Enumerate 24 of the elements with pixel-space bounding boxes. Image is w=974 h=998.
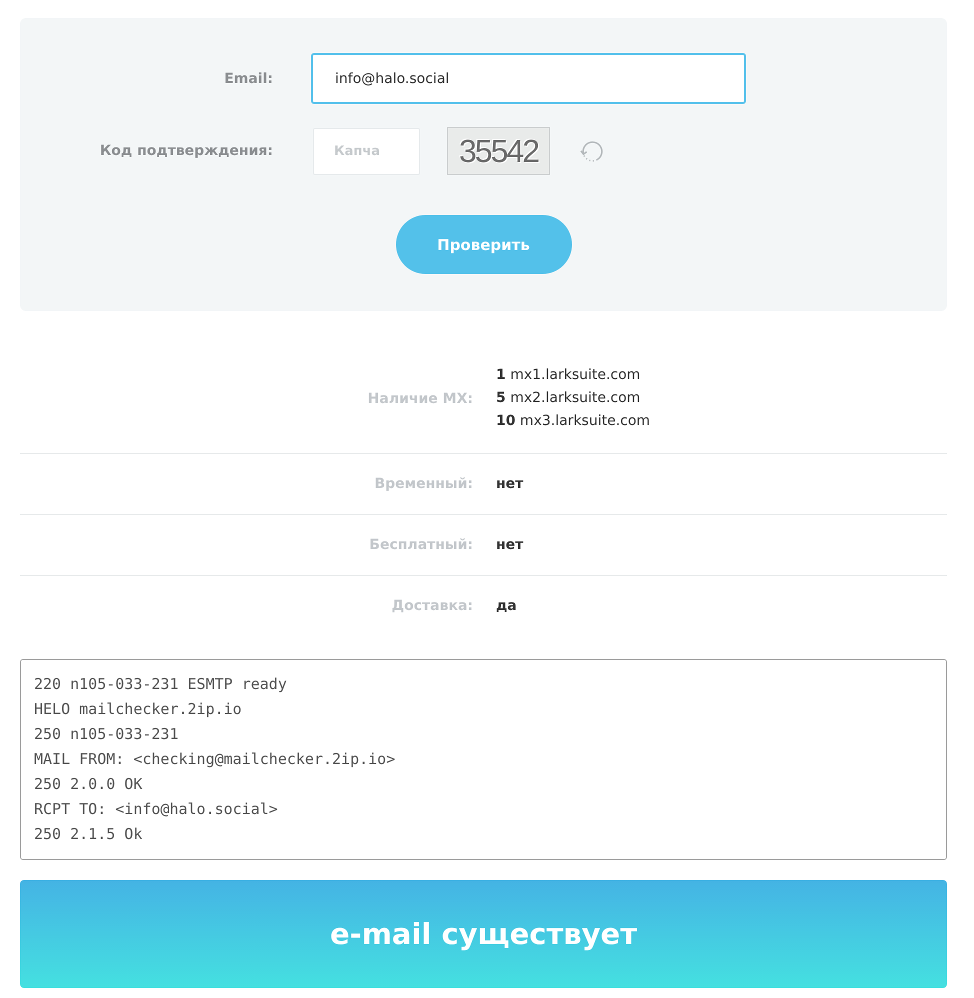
result-value: да <box>496 598 517 614</box>
log-line: 250 2.0.0 OK <box>34 774 142 795</box>
log-line: MAIL FROM: <checking@mailchecker.2ip.io> <box>34 749 396 770</box>
result-label: Временный: <box>374 476 473 492</box>
refresh-icon[interactable] <box>580 138 605 164</box>
result-value: нет <box>496 476 524 492</box>
result-value: нет <box>496 537 524 553</box>
log-line: 220 n105-033-231 ESMTP ready <box>34 674 287 695</box>
result-label: Наличие MX: <box>368 390 473 406</box>
log-line: HELO mailchecker.2ip.io <box>34 699 242 720</box>
result-label: Бесплатный: <box>369 537 473 553</box>
mx-record: 5 mx2.larksuite.com <box>496 389 640 408</box>
captcha-label: Код подтверждения: <box>100 143 273 159</box>
result-banner: e-mail существует <box>20 880 947 988</box>
captcha-image: 35542 <box>447 127 550 175</box>
mx-record: 10 mx3.larksuite.com <box>496 412 650 431</box>
log-line: 250 2.1.5 Ok <box>34 824 142 845</box>
result-label: Доставка: <box>392 598 473 614</box>
email-field[interactable]: info@halo.social <box>311 53 746 104</box>
log-line: RCPT TO: <info@halo.social> <box>34 799 278 820</box>
log-line: 250 n105-033-231 <box>34 724 178 745</box>
email-label: Email: <box>224 70 273 86</box>
mx-record: 1 mx1.larksuite.com <box>496 366 640 385</box>
captcha-field[interactable]: Капча <box>313 128 420 174</box>
